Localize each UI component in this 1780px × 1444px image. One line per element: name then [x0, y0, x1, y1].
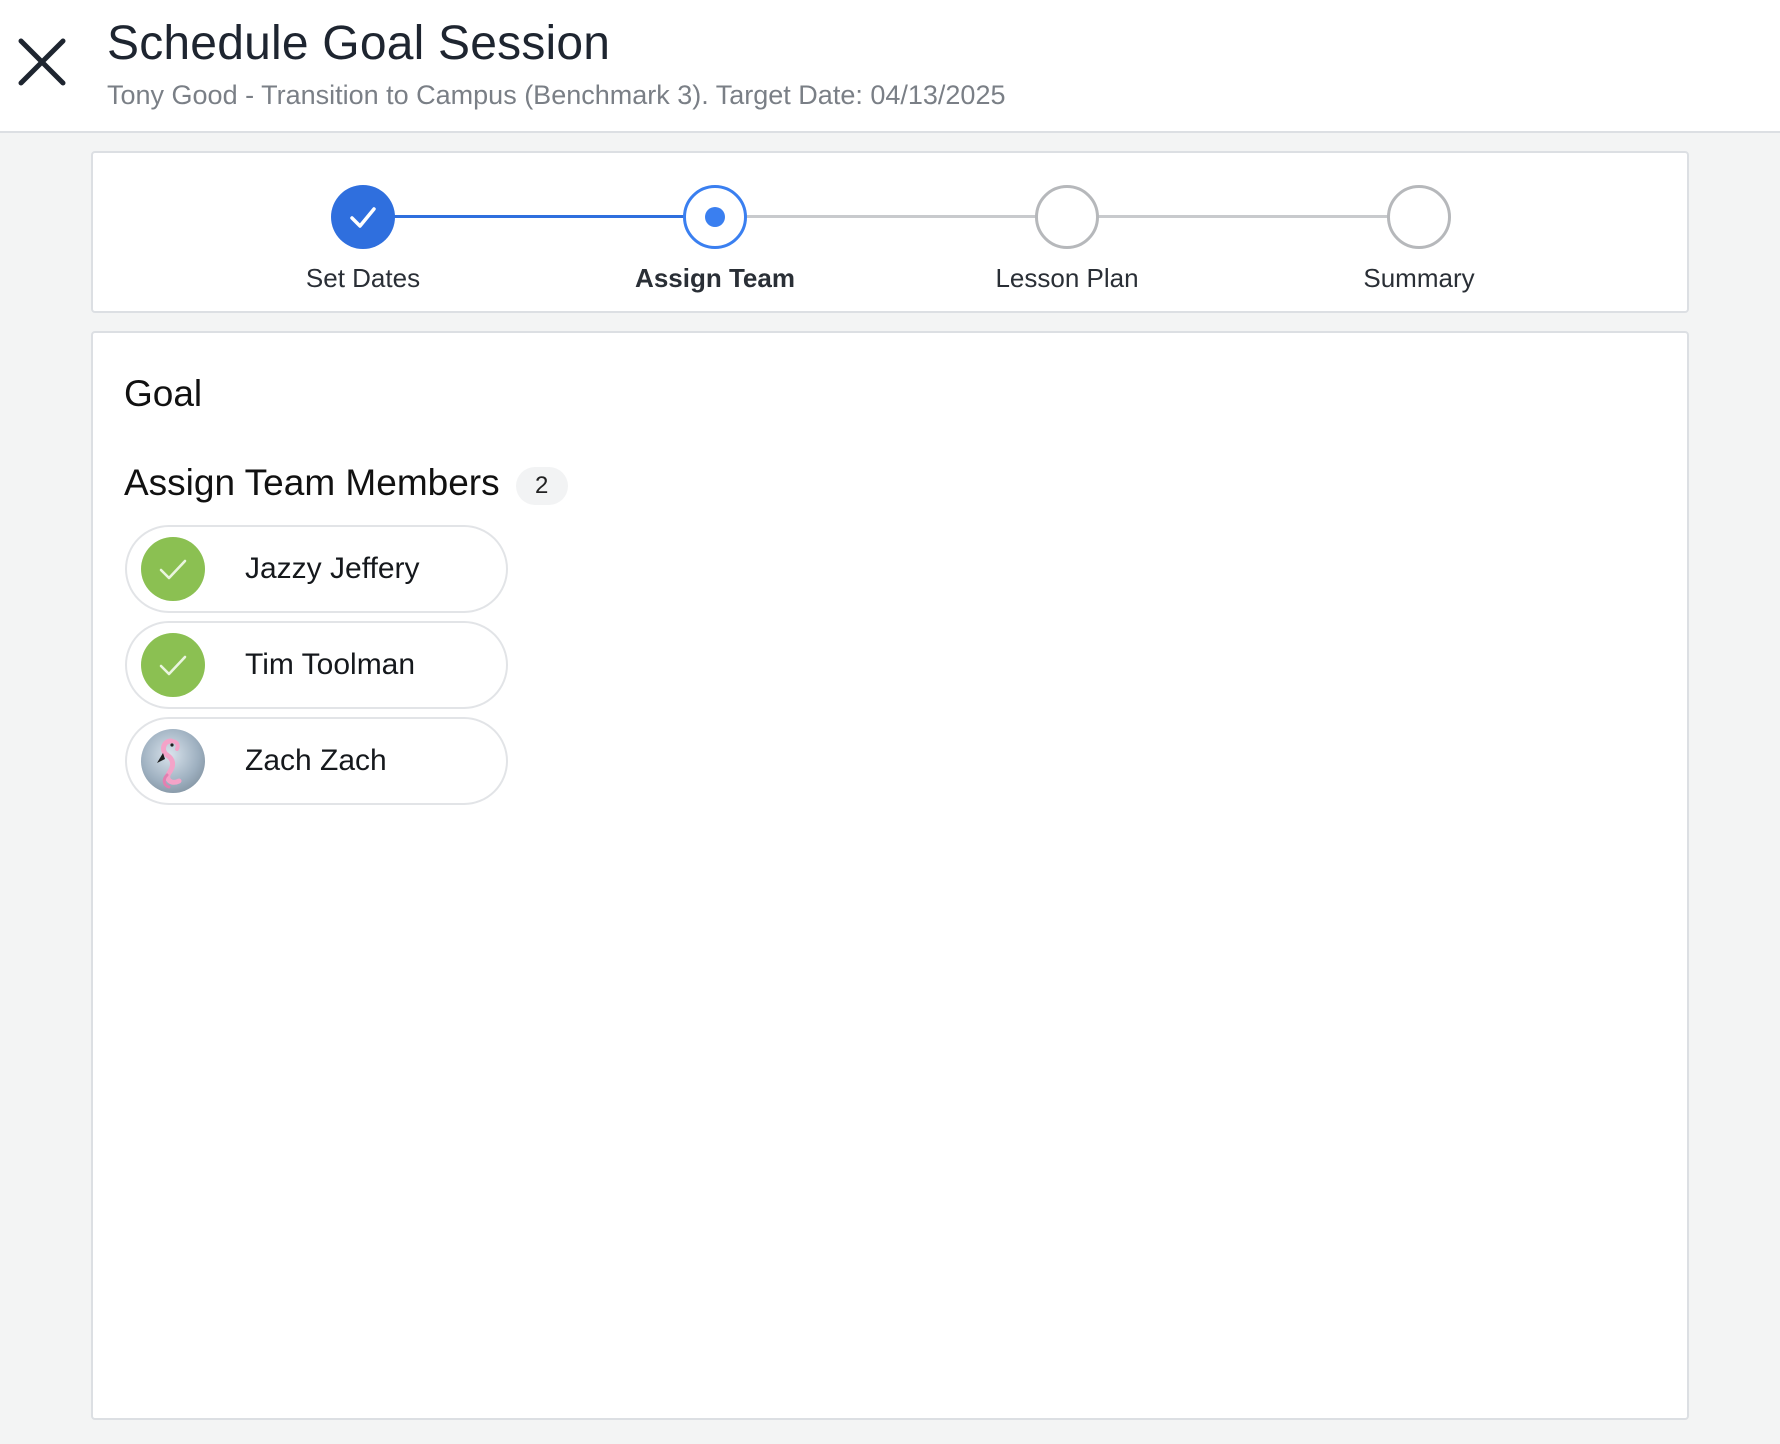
- step-pending-indicator: [1387, 185, 1451, 249]
- step-pending-indicator: [1035, 185, 1099, 249]
- team-members-title: Assign Team Members: [124, 462, 500, 503]
- avatar: [141, 729, 205, 793]
- page-subtitle: Tony Good - Transition to Campus (Benchm…: [107, 80, 1006, 110]
- step-set-dates[interactable]: Set Dates: [213, 185, 513, 294]
- flamingo-avatar-icon: [157, 738, 182, 789]
- close-icon: [18, 38, 66, 86]
- assign-team-panel: Goal Assign Team Members 2 Jazzy Jeffery…: [91, 331, 1689, 1420]
- step-lesson-plan[interactable]: Lesson Plan: [917, 185, 1217, 294]
- step-summary[interactable]: Summary: [1269, 185, 1569, 294]
- team-member-zach-zach[interactable]: Zach Zach: [125, 717, 508, 805]
- step-complete-indicator: [331, 185, 395, 249]
- step-label: Assign Team: [635, 263, 795, 293]
- team-member-tim-toolman[interactable]: Tim Toolman: [125, 621, 508, 709]
- member-name: Zach Zach: [245, 744, 387, 777]
- selected-check-avatar: [141, 537, 205, 601]
- close-button[interactable]: [10, 30, 74, 94]
- step-current-indicator: [683, 185, 747, 249]
- team-members-heading: Assign Team Members 2: [124, 461, 568, 505]
- stepper: Set Dates Assign Team Lesson Plan Summar…: [91, 151, 1689, 313]
- current-dot-icon: [705, 207, 725, 227]
- member-name: Jazzy Jeffery: [245, 552, 420, 585]
- check-icon: [159, 655, 187, 676]
- check-icon: [159, 559, 187, 580]
- step-label: Summary: [1363, 263, 1475, 293]
- step-assign-team[interactable]: Assign Team: [565, 185, 865, 294]
- modal-header: Schedule Goal Session Tony Good - Transi…: [0, 0, 1780, 133]
- team-member-list: Jazzy Jeffery Tim Toolman Zach Zach: [125, 525, 508, 813]
- check-icon: [350, 207, 376, 228]
- step-label: Lesson Plan: [995, 263, 1139, 293]
- member-name: Tim Toolman: [245, 648, 416, 681]
- page-title: Schedule Goal Session: [107, 17, 611, 70]
- selected-count-badge: 2: [515, 467, 568, 505]
- selected-check-avatar: [141, 633, 205, 697]
- team-member-jazzy-jeffery[interactable]: Jazzy Jeffery: [125, 525, 508, 613]
- step-label: Set Dates: [305, 263, 421, 293]
- goal-heading: Goal: [124, 373, 203, 414]
